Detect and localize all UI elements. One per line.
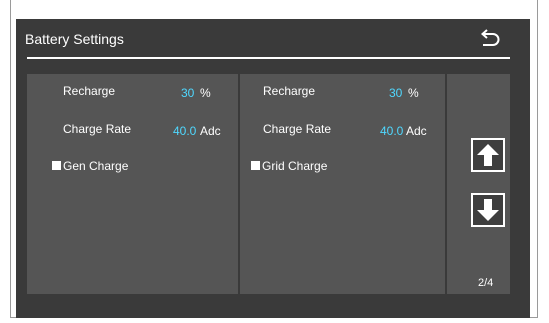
mid-recharge-label: Recharge [263, 84, 316, 98]
left-recharge-label: Recharge [63, 84, 116, 98]
grid-charge-label: Grid Charge [262, 159, 328, 173]
left-recharge-unit: % [200, 86, 211, 100]
grid-charge-checkbox[interactable] [251, 161, 260, 170]
title-divider [27, 57, 510, 59]
nav-panel [447, 74, 510, 294]
left-settings-panel [27, 74, 238, 294]
left-charge-rate-unit: Adc [200, 124, 221, 138]
scroll-up-button[interactable] [471, 138, 505, 172]
scroll-down-button[interactable] [471, 193, 505, 227]
left-charge-rate-value[interactable]: 40.0 [173, 124, 196, 138]
gen-charge-label: Gen Charge [63, 159, 129, 173]
left-charge-rate-label: Charge Rate [63, 122, 132, 136]
arrow-up-icon [477, 144, 499, 166]
back-button[interactable] [474, 24, 506, 54]
mid-charge-rate-label: Charge Rate [263, 122, 332, 136]
mid-recharge-unit: % [408, 86, 419, 100]
mid-charge-rate-value[interactable]: 40.0 [380, 124, 403, 138]
mid-settings-panel [240, 74, 445, 294]
return-arrow-icon [480, 29, 500, 46]
mid-charge-rate-unit: Adc [406, 124, 427, 138]
arrow-down-icon [477, 199, 499, 221]
mid-recharge-value[interactable]: 30 [389, 86, 402, 100]
page-title: Battery Settings [25, 31, 124, 47]
page-indicator: 2/4 [478, 277, 494, 289]
gen-charge-checkbox[interactable] [52, 161, 61, 170]
left-recharge-value[interactable]: 30 [181, 86, 194, 100]
